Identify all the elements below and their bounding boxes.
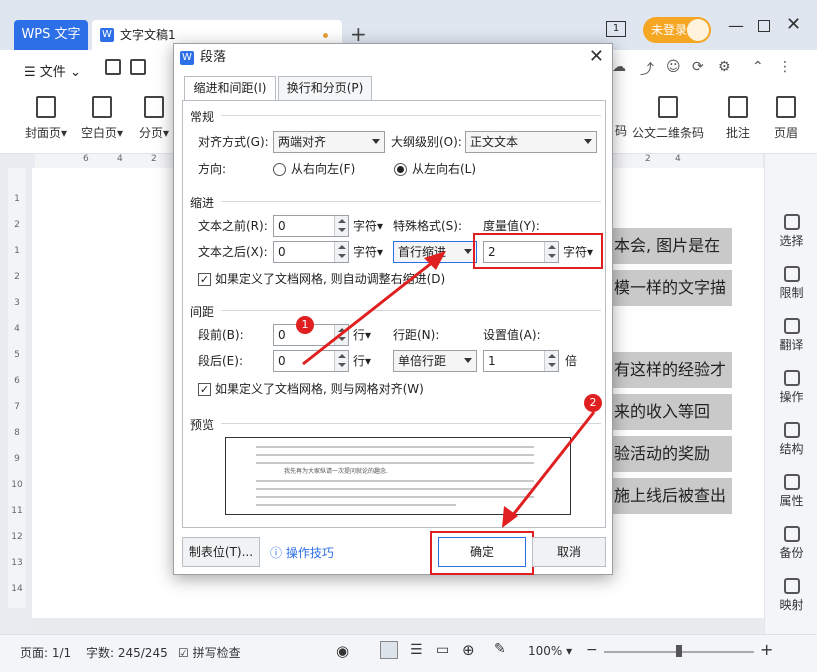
annotation-badge-1: 1: [296, 316, 314, 334]
annotation-arrows: [302, 251, 596, 528]
arrow-1-line: [302, 256, 439, 366]
annotation-badge-2: 2: [584, 394, 602, 412]
arrow-2-line: [507, 411, 596, 521]
